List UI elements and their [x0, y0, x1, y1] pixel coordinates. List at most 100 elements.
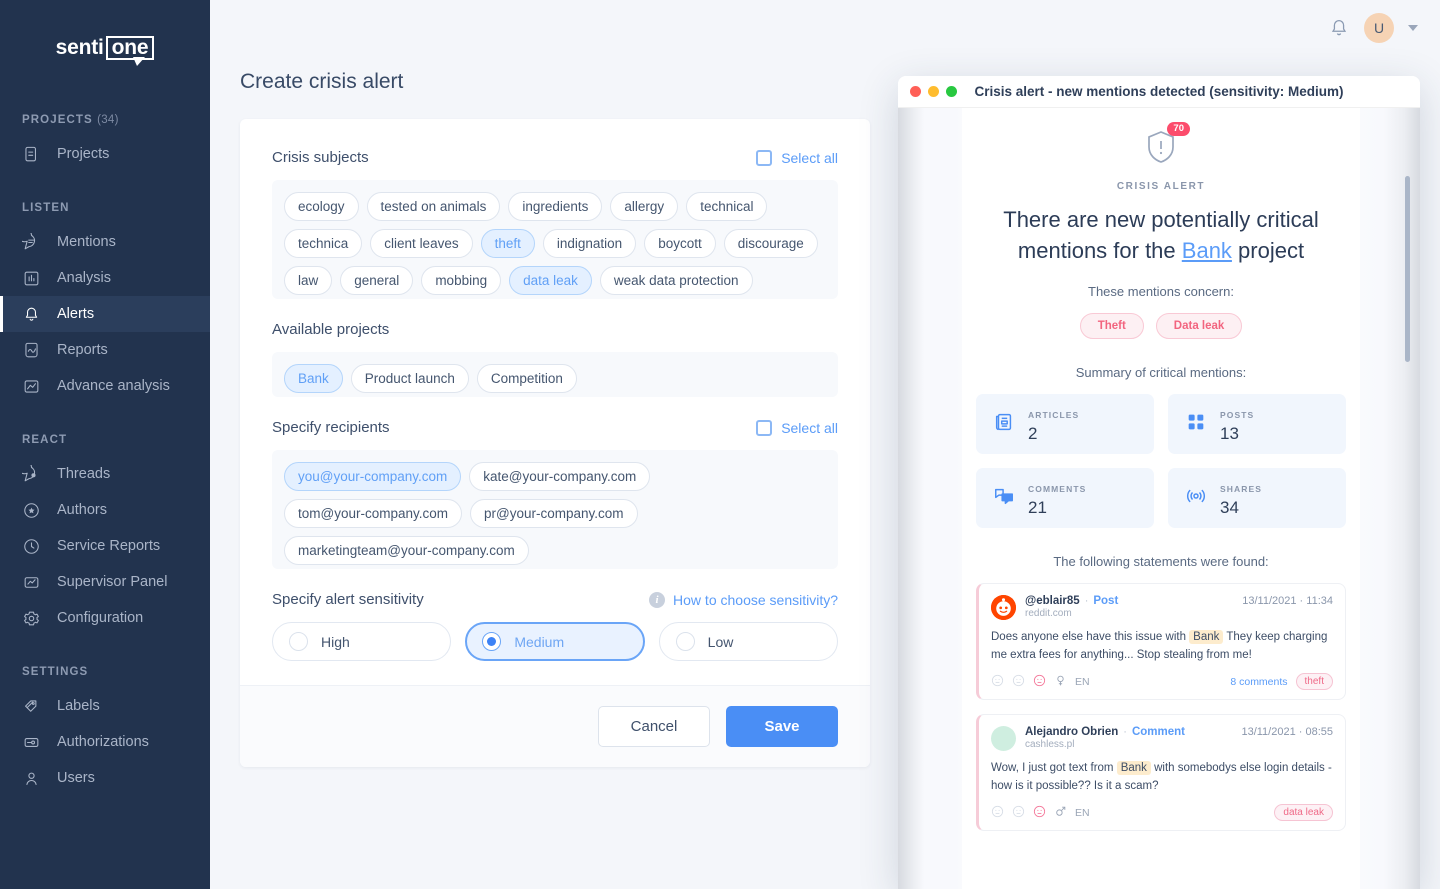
mention-type[interactable]: Post	[1093, 595, 1118, 607]
sidebar-item-label: Supervisor Panel	[57, 574, 168, 590]
crisis-subject-chip[interactable]: general	[340, 266, 414, 295]
sidebar-item-projects[interactable]: Projects	[0, 136, 210, 172]
crisis-subject-chip[interactable]: client leaves	[370, 229, 473, 258]
mention-comments-link[interactable]: 8 comments	[1230, 676, 1287, 688]
clock-icon	[22, 537, 41, 556]
sidebar-item-label: Projects	[57, 146, 110, 162]
sidebar-item-configuration[interactable]: Configuration	[0, 600, 210, 636]
sentiment-neutral-icon[interactable]	[1012, 674, 1025, 690]
radio-icon[interactable]	[482, 632, 502, 651]
window-title-bar: Crisis alert - new mentions detected (se…	[898, 76, 1420, 108]
sensitivity-option-high[interactable]: High	[272, 622, 452, 661]
sentiment-positive-icon[interactable]	[991, 805, 1004, 821]
close-button[interactable]	[910, 86, 921, 97]
project-chip[interactable]: Competition	[476, 364, 577, 393]
mention-card[interactable]: @eblair85 · Post 13/11/2021 · 11:34 reddit.c…	[976, 583, 1346, 700]
save-button[interactable]: Save	[726, 706, 838, 747]
recipient-chip[interactable]: marketingteam@your-company.com	[284, 536, 529, 565]
mention-type[interactable]: Comment	[1132, 726, 1185, 738]
crisis-subject-chip[interactable]: allergy	[610, 192, 679, 221]
modal-scrollbar[interactable]	[1405, 108, 1410, 889]
notifications-bell-icon[interactable]	[1328, 17, 1350, 39]
sidebar-item-service-reports[interactable]: Service Reports	[0, 528, 210, 564]
sentiment-positive-icon[interactable]	[991, 674, 1004, 690]
crisis-subject-chip[interactable]: tested on animals	[366, 192, 501, 221]
recipients-header: Specify recipients Select all	[272, 419, 838, 436]
sidebar-item-label: Threads	[57, 466, 111, 482]
how-to-choose-sensitivity-link[interactable]: i How to choose sensitivity?	[649, 591, 838, 608]
sidebar-item-authors[interactable]: Authors	[0, 492, 210, 528]
mention-tag: theft	[1295, 673, 1333, 690]
project-link[interactable]: Bank	[1182, 238, 1232, 263]
sidebar-item-authorizations[interactable]: Authorizations	[0, 724, 210, 760]
crisis-subjects-title: Crisis subjects	[272, 149, 369, 166]
radio-icon[interactable]	[289, 632, 308, 651]
sidebar-item-advance-analysis[interactable]: Advance analysis	[0, 368, 210, 404]
mention-text: Wow, I just got text from Bank with some…	[991, 761, 1332, 792]
recipient-chip[interactable]: kate@your-company.com	[469, 462, 651, 491]
project-chip[interactable]: Product launch	[350, 364, 469, 393]
chat-bubble-icon	[22, 232, 41, 252]
stat-key: COMMENTS	[1028, 483, 1087, 494]
recipient-chip[interactable]: you@your-company.com	[284, 462, 462, 491]
maximize-button[interactable]	[946, 86, 957, 97]
mention-footer: EN 8 comments theft	[991, 673, 1333, 690]
mention-author[interactable]: @eblair85	[1025, 595, 1080, 607]
project-chip[interactable]: Bank	[284, 364, 343, 393]
sentiment-negative-icon[interactable]	[1033, 805, 1046, 821]
user-menu-chevron-down-icon[interactable]	[1408, 25, 1418, 31]
sidebar-item-supervisor-panel[interactable]: Supervisor Panel	[0, 564, 210, 600]
crisis-subject-chip[interactable]: law	[284, 266, 333, 295]
user-icon	[22, 769, 41, 788]
sentiment-negative-icon[interactable]	[1033, 674, 1046, 690]
sensitivity-option-medium[interactable]: Medium	[465, 622, 645, 661]
sidebar-group-spacer	[0, 172, 210, 184]
male-icon	[1054, 805, 1067, 821]
sidebar-group-react: REACT	[22, 434, 68, 446]
crisis-subject-chip[interactable]: technica	[284, 229, 363, 258]
minimize-button[interactable]	[928, 86, 939, 97]
crisis-subject-chip[interactable]: ecology	[284, 192, 359, 221]
cancel-button[interactable]: Cancel	[598, 706, 710, 747]
crisis-subject-chip[interactable]: discourage	[723, 229, 818, 258]
sidebar-item-labels[interactable]: Labels	[0, 688, 210, 724]
crisis-subject-chip[interactable]: technical	[686, 192, 768, 221]
sidebar-item-analysis[interactable]: Analysis	[0, 260, 210, 296]
sidebar-item-reports[interactable]: Reports	[0, 332, 210, 368]
scrollbar-thumb[interactable]	[1405, 176, 1410, 362]
mention-date: 13/11/2021 · 11:34	[1242, 595, 1333, 607]
sidebar-item-mentions[interactable]: Mentions	[0, 224, 210, 260]
sensitivity-option-low[interactable]: Low	[658, 622, 838, 661]
recipients-select-all[interactable]: Select all	[756, 419, 838, 436]
crisis-subjects-select-all[interactable]: Select all	[756, 149, 838, 166]
mention-author[interactable]: Alejandro Obrien	[1025, 726, 1118, 738]
mention-language: EN	[1075, 806, 1090, 819]
sidebar-item-threads[interactable]: Threads	[0, 456, 210, 492]
crisis-subject-chip[interactable]: theft	[480, 229, 535, 258]
stat-key: ARTICLES	[1028, 409, 1080, 420]
mention-card[interactable]: Alejandro Obrien · Comment 13/11/2021 · 08:…	[976, 714, 1346, 831]
crisis-subject-chip[interactable]: weak data protection	[599, 266, 753, 295]
stat-card-comments: COMMENTS 21	[976, 468, 1154, 528]
crisis-subject-chip[interactable]: indignation	[542, 229, 637, 258]
radio-icon[interactable]	[675, 632, 695, 651]
sidebar-item-users[interactable]: Users	[0, 760, 210, 796]
sentiment-neutral-icon[interactable]	[1012, 805, 1025, 821]
mention-count-badge: 70	[1167, 122, 1190, 136]
article-icon	[993, 411, 1015, 438]
crisis-subject-chip[interactable]: data leak	[509, 266, 592, 295]
crisis-subject-chip[interactable]: boycott	[644, 229, 716, 258]
mentions-list: @eblair85 · Post 13/11/2021 · 11:34 reddit.c…	[976, 583, 1346, 831]
app-logo[interactable]: senti one	[0, 0, 210, 96]
comments-icon	[993, 485, 1015, 512]
checkbox-icon[interactable]	[756, 149, 773, 166]
checkbox-icon[interactable]	[756, 419, 773, 436]
recipient-chip[interactable]: pr@your-company.com	[470, 499, 638, 528]
recipient-chip[interactable]: tom@your-company.com	[284, 499, 462, 528]
user-avatar[interactable]: U	[1364, 13, 1394, 43]
shield-alert-icon: 70	[1146, 122, 1190, 169]
sidebar-item-alerts[interactable]: Alerts	[0, 296, 210, 332]
crisis-subject-chip[interactable]: mobbing	[421, 266, 502, 295]
crisis-subject-chip[interactable]: ingredients	[508, 192, 603, 221]
mention-keyword-highlight: Bank	[1189, 630, 1224, 644]
